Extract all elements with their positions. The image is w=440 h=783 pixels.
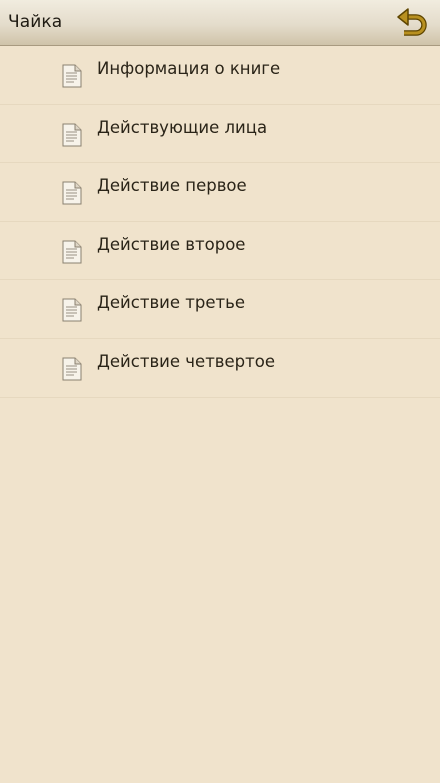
- item-label: Действие первое: [97, 176, 247, 196]
- list-item[interactable]: Действие четвертое: [0, 339, 440, 398]
- document-icon: [62, 64, 82, 88]
- undo-arrow-icon: [397, 8, 427, 36]
- chapter-list: Информация о книге Действующие лица Дейс…: [0, 46, 440, 398]
- list-item[interactable]: Информация о книге: [0, 46, 440, 105]
- item-label: Действие второе: [97, 234, 246, 254]
- document-icon: [62, 123, 82, 147]
- document-icon: [62, 181, 82, 205]
- app-title: Чайка: [8, 12, 63, 32]
- document-icon: [62, 240, 82, 264]
- item-label: Действие третье: [97, 293, 246, 313]
- app-bar: Чайка: [0, 0, 440, 46]
- list-item[interactable]: Действие второе: [0, 222, 440, 281]
- document-icon: [62, 298, 82, 322]
- item-label: Действие четвертое: [97, 351, 276, 371]
- list-item[interactable]: Действие первое: [0, 163, 440, 222]
- document-icon: [62, 357, 82, 381]
- item-label: Информация о книге: [97, 59, 281, 78]
- back-button[interactable]: [386, 0, 440, 46]
- list-item[interactable]: Действующие лица: [0, 105, 440, 164]
- item-label: Действующие лица: [97, 117, 268, 137]
- list-item[interactable]: Действие третье: [0, 280, 440, 339]
